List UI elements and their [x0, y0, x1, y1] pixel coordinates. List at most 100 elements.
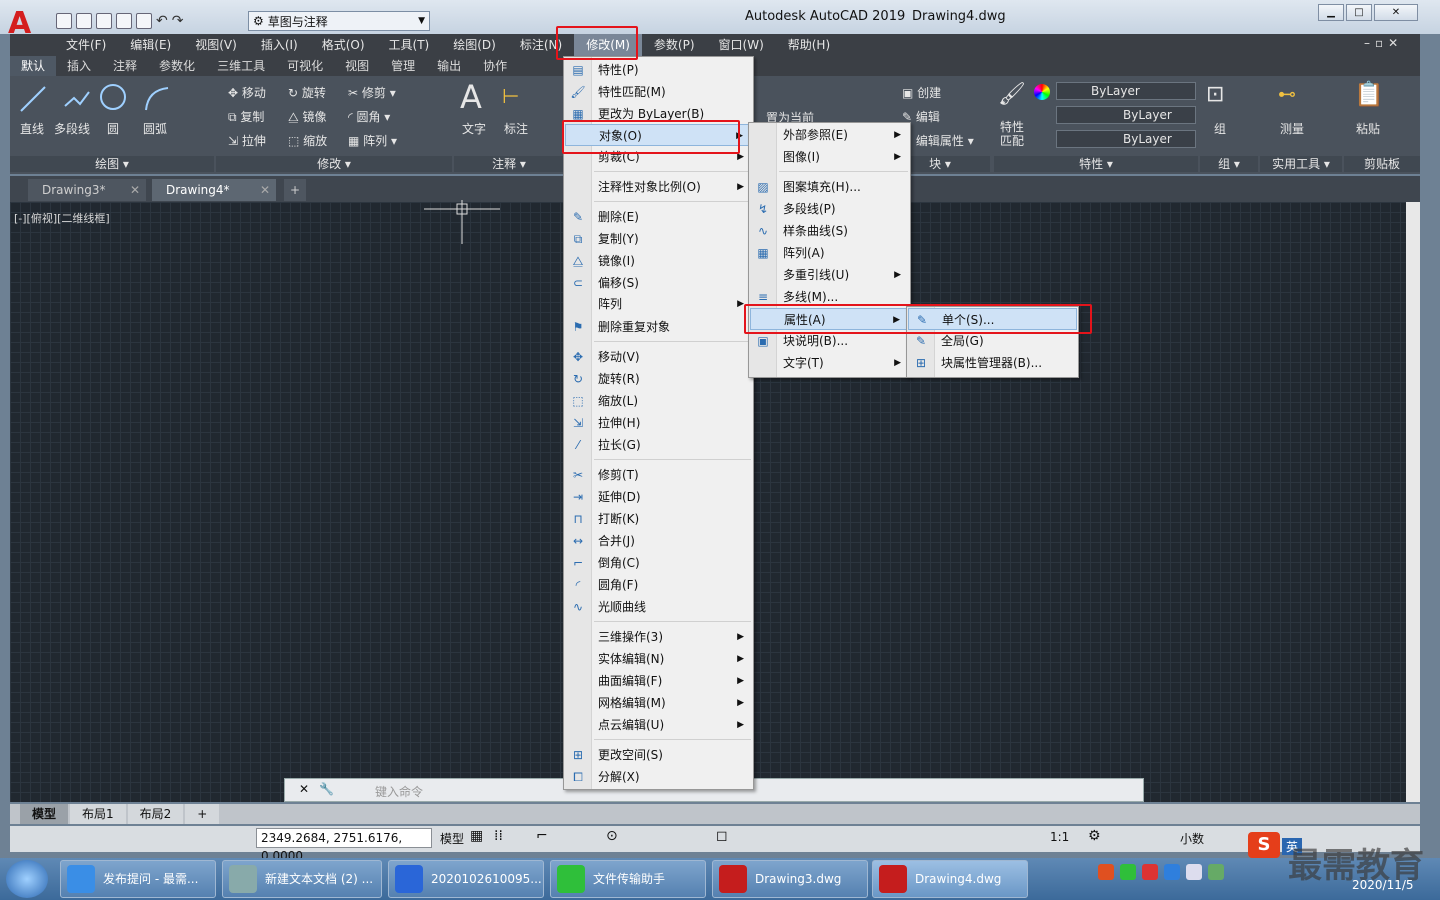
clock[interactable]: 2020/11/5: [1352, 878, 1414, 892]
close-icon[interactable]: ✕: [299, 782, 309, 796]
lengthen-menu-item[interactable]: ⁄ 拉长(G): [565, 434, 752, 456]
menu-6[interactable]: 绘图(D): [441, 34, 508, 56]
vertical-scrollbar[interactable]: [1406, 202, 1420, 802]
mirror-menu-item[interactable]: ⧋ 镜像(I): [565, 250, 752, 272]
group-utilities[interactable]: 实用工具 ▾: [1260, 156, 1342, 172]
units-value[interactable]: 小数: [1180, 830, 1204, 847]
erase-menu-item[interactable]: ✎ 删除(E): [565, 206, 752, 228]
group-draw[interactable]: 绘图 ▾: [10, 156, 214, 172]
submenu-menu-item[interactable]: 多重引线(U) ▶: [750, 264, 909, 286]
trim-menu-item[interactable]: ✂ 修剪(T): [565, 464, 752, 486]
join-menu-item[interactable]: ↔ 合并(J): [565, 530, 752, 552]
submenu-menu-item[interactable]: 属性(A) ▶: [750, 308, 909, 330]
blend-menu-item[interactable]: ∿ 光顺曲线: [565, 596, 752, 618]
weibo-icon[interactable]: [1142, 864, 1158, 880]
break-menu-item[interactable]: ⊓ 打断(K): [565, 508, 752, 530]
polar-icon[interactable]: ⊙: [606, 828, 618, 844]
scale-tool[interactable]: ⬚ 缩放: [288, 132, 327, 149]
ribbon-tab-4[interactable]: 三维工具: [206, 56, 276, 76]
submenu-menu-item[interactable]: 剪裁(C) ▶: [565, 146, 752, 168]
sogou-icon[interactable]: S: [1248, 832, 1280, 858]
doc-tab-drawing4[interactable]: Drawing4* ✕: [152, 179, 276, 201]
start-button[interactable]: [6, 860, 48, 898]
menu-3[interactable]: 插入(I): [249, 34, 310, 56]
menu-0[interactable]: 文件(F): [54, 34, 118, 56]
mdi-controls[interactable]: –▫✕: [1364, 36, 1403, 50]
bylayer-menu-item[interactable]: ▦ 更改为 ByLayer(B): [565, 103, 752, 125]
ortho-icon[interactable]: ⌐: [536, 828, 548, 844]
print-icon[interactable]: [136, 13, 152, 29]
ribbon-tab-9[interactable]: 协作: [472, 56, 518, 76]
gear-icon[interactable]: ⚙: [1088, 828, 1101, 844]
color-wheel-icon[interactable]: [1034, 84, 1050, 100]
menu-8[interactable]: 修改(M): [574, 34, 642, 56]
submenu-menu-item[interactable]: 阵列 ▶: [565, 293, 752, 315]
redo-icon[interactable]: ↷: [172, 13, 184, 29]
circle-tool-label[interactable]: 圆: [107, 120, 119, 137]
mirror-tool[interactable]: ⧋ 镜像: [288, 108, 327, 125]
submenu-menu-item[interactable]: 图像(I) ▶: [750, 146, 909, 168]
dimension-tool-label[interactable]: 标注: [504, 120, 528, 137]
ribbon-tab-6[interactable]: 视图: [334, 56, 380, 76]
measure-icon[interactable]: ⊷: [1278, 84, 1296, 105]
block-desc-menu-item[interactable]: ▣ 块说明(B)...: [750, 330, 909, 352]
copy-menu-item[interactable]: ⧉ 复制(Y): [565, 228, 752, 250]
lineweight-dropdown[interactable]: ByLayer: [1056, 130, 1196, 148]
save-icon[interactable]: [96, 13, 112, 29]
paste-icon[interactable]: 📋: [1354, 80, 1384, 108]
ribbon-tab-8[interactable]: 输出: [426, 56, 472, 76]
circle-icon[interactable]: [98, 82, 128, 112]
create-block-tool[interactable]: ▣ 创建: [902, 84, 941, 101]
close-icon[interactable]: ✕: [130, 179, 140, 201]
submenu-menu-item[interactable]: 注释性对象比例(O) ▶: [565, 176, 752, 198]
line-tool-label[interactable]: 直线: [20, 120, 44, 137]
measure-tool-label[interactable]: 测量: [1280, 120, 1304, 137]
new-tab-button[interactable]: +: [284, 179, 306, 201]
line-icon[interactable]: [18, 84, 48, 114]
ribbon-tab-5[interactable]: 可视化: [276, 56, 334, 76]
match-properties-icon[interactable]: 🖌: [998, 82, 1026, 107]
menu-5[interactable]: 工具(T): [377, 34, 442, 56]
submenu-menu-item[interactable]: 文字(T) ▶: [750, 352, 909, 374]
group-clipboard[interactable]: 剪贴板: [1344, 156, 1420, 172]
submenu-menu-item[interactable]: 网格编辑(M) ▶: [565, 692, 752, 714]
taskbar-item-3[interactable]: 文件传输助手: [550, 860, 706, 898]
layout-tab-1[interactable]: 布局1: [70, 804, 126, 824]
ribbon-tab-1[interactable]: 插入: [56, 56, 102, 76]
menu-10[interactable]: 窗口(W): [707, 34, 776, 56]
submenu-menu-item[interactable]: 外部参照(E) ▶: [750, 124, 909, 146]
shield-icon[interactable]: [1164, 864, 1180, 880]
save-as-icon[interactable]: [116, 13, 132, 29]
maximize-button[interactable]: □: [1346, 4, 1372, 21]
array-menu-item[interactable]: ▦ 阵列(A): [750, 242, 909, 264]
ribbon-tab-3[interactable]: 参数化: [148, 56, 206, 76]
battman-menu-item[interactable]: ⊞ 块属性管理器(B)...: [908, 352, 1077, 374]
group-annotation[interactable]: 注释 ▾: [454, 156, 564, 172]
global-attr-menu-item[interactable]: ✎ 全局(G): [908, 330, 1077, 352]
stretch-menu-item[interactable]: ⇲ 拉伸(H): [565, 412, 752, 434]
overkill-menu-item[interactable]: ⚑ 删除重复对象: [565, 316, 752, 338]
viewport-controls[interactable]: [-][俯视][二维线框]: [14, 210, 110, 226]
command-input[interactable]: 键入命令: [375, 783, 423, 800]
group-modify[interactable]: 修改 ▾: [216, 156, 452, 172]
properties-menu-item[interactable]: ▤ 特性(P): [565, 59, 752, 81]
ribbon-tab-2[interactable]: 注释: [102, 56, 148, 76]
edit-attributes-tool[interactable]: ✎ 编辑属性 ▾: [902, 132, 974, 149]
arc-tool-label[interactable]: 圆弧: [143, 120, 167, 137]
polyline-icon[interactable]: [62, 84, 92, 114]
fillet-menu-item[interactable]: ◜ 圆角(F): [565, 574, 752, 596]
menu-7[interactable]: 标注(N): [508, 34, 574, 56]
ribbon-tab-0[interactable]: 默认: [10, 56, 57, 76]
rotate-tool[interactable]: ↻ 旋转: [288, 84, 326, 101]
layout-tab-2[interactable]: 布局2: [127, 804, 184, 824]
match-properties-menu-item[interactable]: 🖌 特性匹配(M): [565, 81, 752, 103]
layout-tab-0[interactable]: 模型: [20, 804, 69, 824]
menu-1[interactable]: 编辑(E): [118, 34, 183, 56]
menu-2[interactable]: 视图(V): [183, 34, 249, 56]
volume-icon[interactable]: [1208, 864, 1224, 880]
text-icon[interactable]: A: [460, 78, 482, 116]
add-layout-button[interactable]: +: [185, 804, 220, 824]
close-button[interactable]: ✕: [1374, 4, 1418, 21]
minimize-button[interactable]: ▁: [1318, 4, 1344, 21]
network-icon[interactable]: [1186, 864, 1202, 880]
